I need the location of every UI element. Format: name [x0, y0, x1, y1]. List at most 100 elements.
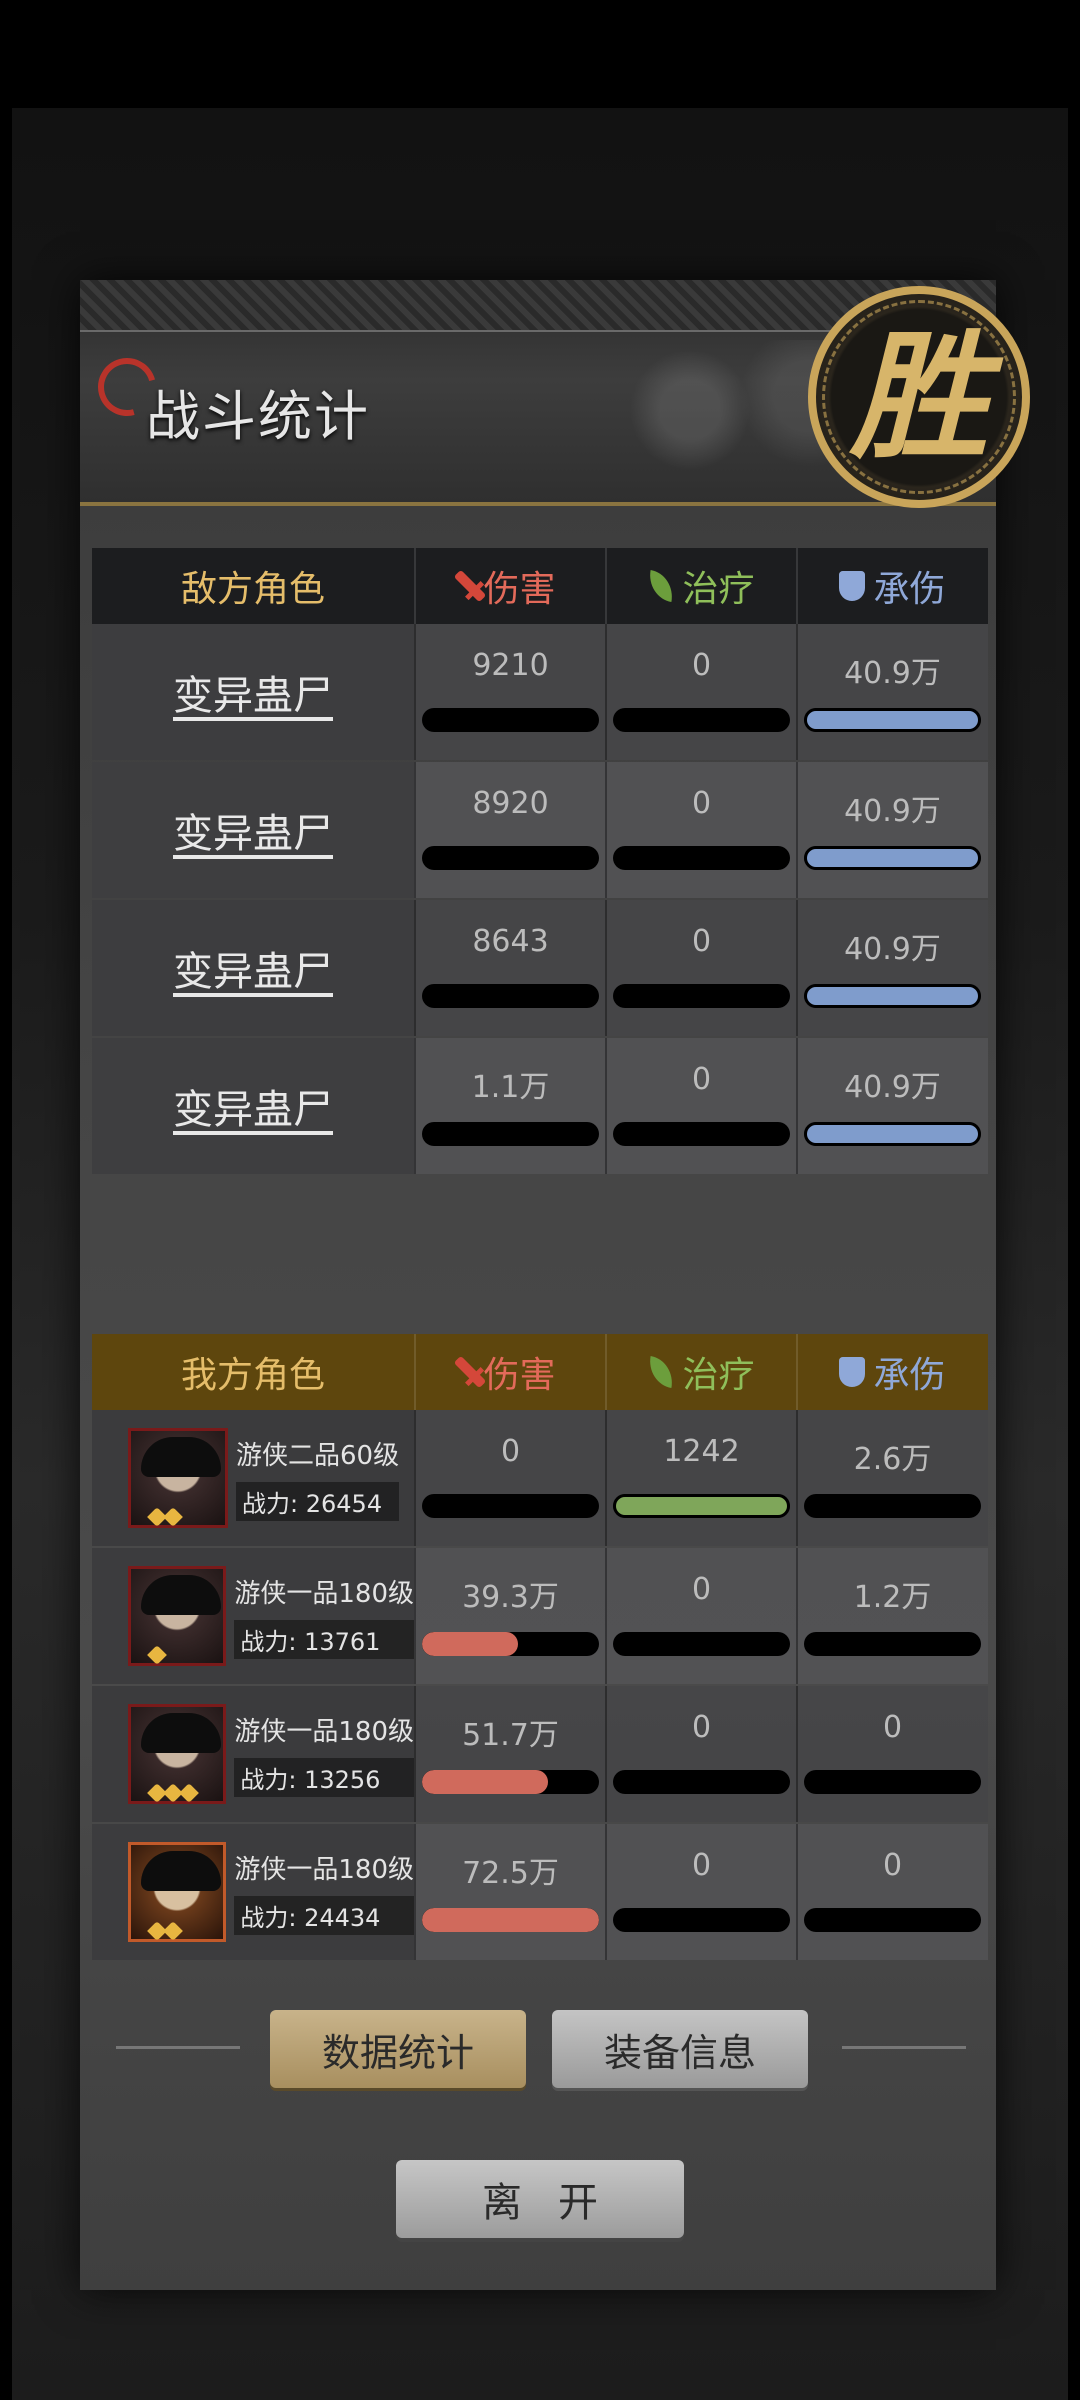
dmg-value: 9210: [472, 648, 549, 683]
heal-bar: [613, 1494, 790, 1518]
hero-portrait[interactable]: [128, 1566, 227, 1666]
tank-bar: [804, 1122, 981, 1146]
enemy-row: 变异蛊尸 9210 0 40.9万: [92, 624, 988, 760]
leaf-icon: [646, 569, 677, 603]
ally-tank-cell: 0: [796, 1824, 987, 1960]
dmg-bar-fill: [422, 1908, 599, 1932]
hero-cell[interactable]: 游侠二品60级 战力: 26454: [92, 1410, 414, 1546]
heal-bar: [613, 1908, 790, 1932]
equip-info-button[interactable]: 装备信息: [552, 2010, 808, 2088]
ally-dmg-cell: 51.7万: [414, 1686, 605, 1822]
enemy-name-link[interactable]: 变异蛊尸: [173, 663, 333, 721]
enemy-dmg-cell: 8920: [414, 762, 605, 898]
hero-info: 游侠二品60级 战力: 26454: [236, 1435, 400, 1521]
enemy-header-name: 敌方角色: [180, 569, 325, 610]
data-stats-button[interactable]: 数据统计: [270, 2010, 526, 2088]
heal-value: 1242: [663, 1434, 740, 1469]
power-value: 24434: [304, 1904, 381, 1932]
hero-cell[interactable]: 游侠一品180级战力: 24434: [92, 1824, 414, 1960]
dmg-bar: [422, 1770, 599, 1794]
portrait-hair: [141, 1437, 221, 1477]
dmg-bar-fill: [422, 1770, 548, 1794]
ally-dmg-cell: 72.5万: [414, 1824, 605, 1960]
enemy-name-link[interactable]: 变异蛊尸: [173, 1077, 333, 1135]
hero-cell[interactable]: 游侠一品180级 战力: 13256: [92, 1686, 414, 1822]
tank-bar-fill: [804, 846, 981, 870]
heal-value: 0: [691, 924, 712, 959]
dmg-bar: [422, 1494, 599, 1518]
tank-value: 0: [882, 1848, 903, 1883]
ally-row: 游侠二品60级 战力: 26454 0 1242 2.6万: [92, 1410, 988, 1546]
tank-bar: [804, 984, 981, 1008]
sword-icon: [454, 1355, 487, 1389]
enemy-tank-cell: 40.9万: [796, 1038, 987, 1174]
portrait-hair: [141, 1575, 221, 1615]
victory-seal-text: 胜: [849, 315, 988, 478]
ally-tank-cell: 2.6万: [796, 1410, 987, 1546]
tank-bar: [804, 1908, 981, 1932]
heal-bar: [613, 708, 790, 732]
ally-row: 游侠一品180级战力: 24434 72.5万 0 0: [92, 1824, 988, 1960]
ally-stats-table: 我方角色 伤害 治疗 承伤 游侠二品60级 战力: 26454 0 1242 2.6万游…: [92, 1334, 988, 1966]
power-label: 战力:: [240, 1766, 297, 1794]
heal-bar: [613, 846, 790, 870]
enemy-tank-cell: 40.9万: [796, 624, 987, 760]
enemy-stats-table: 敌方角色 伤害 治疗 承伤 变异蛊尸 9210 0 40.9万 变异蛊尸 8920 0 40.…: [92, 548, 988, 1180]
ally-heal-cell: 0: [605, 1824, 796, 1960]
dmg-value: 72.5万: [462, 1856, 559, 1891]
hero-cell[interactable]: 游侠一品180级 战力: 13761: [92, 1548, 414, 1684]
ally-header-heal: 治疗: [605, 1334, 796, 1410]
left-divider-line: [116, 2046, 240, 2049]
ally-header-name: 我方角色: [180, 1355, 325, 1396]
hero-info: 游侠一品180级战力: 24434: [234, 1849, 414, 1935]
enemy-header-damage: 伤害: [414, 548, 605, 624]
ally-dmg-cell: 39.3万: [414, 1548, 605, 1684]
portrait-hair: [141, 1713, 221, 1753]
dmg-bar: [422, 1632, 599, 1656]
ally-heal-cell: 1242: [605, 1410, 796, 1546]
heal-bar: [613, 984, 790, 1008]
star-icon: [163, 1507, 183, 1527]
heal-value: 0: [691, 1710, 712, 1745]
star-rating: [147, 1507, 183, 1527]
hero-rank: 游侠一品180级: [234, 1855, 414, 1885]
tank-header-label: 承伤: [873, 569, 946, 610]
enemy-name-link[interactable]: 变异蛊尸: [173, 801, 333, 859]
enemy-row: 变异蛊尸 1.1万 0 40.9万: [92, 1038, 988, 1174]
enemy-table-header: 敌方角色 伤害 治疗 承伤: [92, 548, 988, 624]
dmg-bar: [422, 846, 599, 870]
dmg-bar: [422, 1122, 599, 1146]
dmg-value: 39.3万: [462, 1580, 559, 1615]
dmg-value: 51.7万: [462, 1718, 559, 1753]
power-label: 战力:: [240, 1904, 297, 1932]
enemy-tank-cell: 40.9万: [796, 900, 987, 1036]
enemy-name-cell: 变异蛊尸: [92, 1038, 414, 1174]
dmg-bar-fill: [422, 1632, 518, 1656]
dmg-bar: [422, 984, 599, 1008]
ally-dmg-cell: 0: [414, 1410, 605, 1546]
star-rating: [147, 1921, 183, 1941]
dmg-value: 8920: [472, 786, 549, 821]
heal-value: 0: [691, 1848, 712, 1883]
shield-icon: [839, 1357, 866, 1387]
ally-row: 游侠一品180级 战力: 13256 51.7万 0 0: [92, 1686, 988, 1822]
hero-power: 战力: 13761: [234, 1620, 414, 1659]
enemy-heal-cell: 0: [605, 900, 796, 1036]
ally-tank-cell: 1.2万: [796, 1548, 987, 1684]
star-icon: [147, 1645, 167, 1665]
page-title: 战斗统计: [146, 385, 370, 448]
tank-value: 40.9万: [844, 932, 941, 967]
hero-power: 战力: 13256: [234, 1758, 414, 1797]
enemy-name-link[interactable]: 变异蛊尸: [173, 939, 333, 997]
tank-value: 1.2万: [853, 1580, 932, 1615]
ally-table-header: 我方角色 伤害 治疗 承伤: [92, 1334, 988, 1410]
tank-value: 2.6万: [853, 1442, 932, 1477]
tank-bar-fill: [804, 1122, 981, 1146]
power-label: 战力:: [240, 1628, 297, 1656]
heal-bar-fill: [613, 1494, 790, 1518]
tank-bar: [804, 1770, 981, 1794]
leave-button[interactable]: 离开: [396, 2160, 684, 2238]
enemy-name-cell: 变异蛊尸: [92, 624, 414, 760]
heal-header-label: 治疗: [682, 1355, 755, 1396]
ally-tank-cell: 0: [796, 1686, 987, 1822]
